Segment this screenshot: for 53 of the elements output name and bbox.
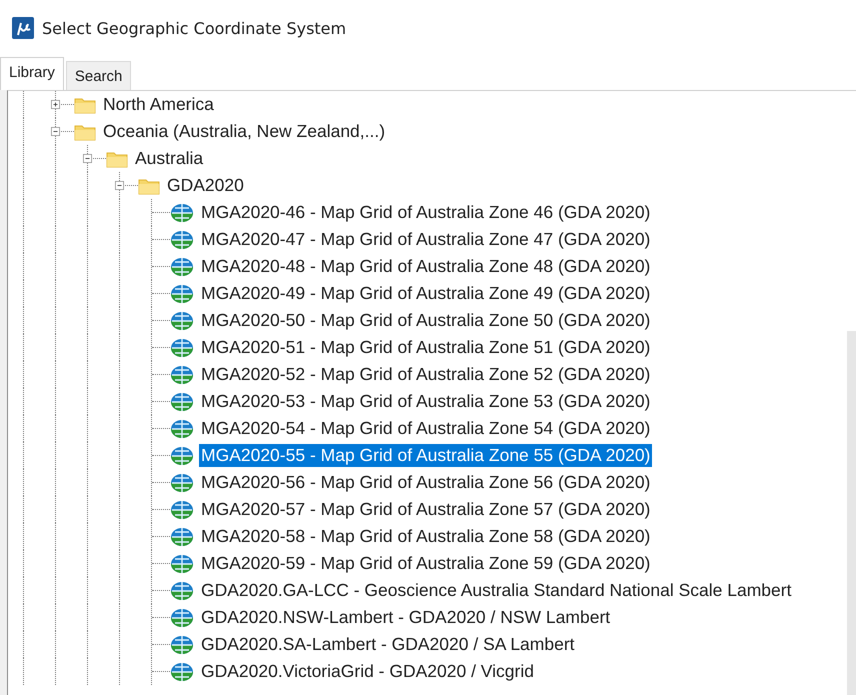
globe-icon <box>170 472 194 492</box>
tree-item[interactable]: GDA2020.VictoriaGrid - GDA2020 / Vicgrid <box>199 660 536 683</box>
globe-icon <box>170 230 194 250</box>
tab[interactable]: Library <box>0 57 64 90</box>
globe-icon <box>170 526 194 546</box>
tree-item[interactable]: MGA2020-53 - Map Grid of Australia Zone 53 (GDA 2020) <box>199 390 652 413</box>
globe-icon <box>170 662 194 682</box>
tree-item[interactable]: MGA2020-46 - Map Grid of Australia Zone 46 (GDA 2020) <box>199 201 652 224</box>
tree-item[interactable]: North America <box>101 93 216 116</box>
globe-icon <box>170 634 194 654</box>
tab[interactable]: Search <box>66 61 132 90</box>
window-title: Select Geographic Coordinate System <box>42 18 346 38</box>
globe-icon <box>170 364 194 384</box>
globe-icon <box>170 202 194 222</box>
globe-icon <box>170 608 194 628</box>
tree-item[interactable]: GDA2020.NSW-Lambert - GDA2020 / NSW Lambert <box>199 606 612 629</box>
tree-item[interactable]: GDA2020.GA-LCC - Geoscience Australia Standard National Scale Lambert <box>199 579 794 602</box>
tree-item[interactable]: MGA2020-55 - Map Grid of Australia Zone 55 (GDA 2020) <box>199 444 652 467</box>
tree-item[interactable]: MGA2020-49 - Map Grid of Australia Zone 49 (GDA 2020) <box>199 282 652 305</box>
tree-item[interactable]: MGA2020-56 - Map Grid of Australia Zone 56 (GDA 2020) <box>199 471 652 494</box>
globe-icon <box>170 554 194 574</box>
globe-icon <box>170 256 194 276</box>
globe-icon <box>170 284 194 304</box>
tree-item[interactable]: Oceania (Australia, New Zealand,...) <box>101 120 388 143</box>
globe-icon <box>170 418 194 438</box>
globe-icon <box>170 392 194 412</box>
collapse-icon[interactable] <box>115 181 124 190</box>
tree-item[interactable]: MGA2020-50 - Map Grid of Australia Zone 50 (GDA 2020) <box>199 309 652 332</box>
tree-item[interactable]: MGA2020-57 - Map Grid of Australia Zone 57 (GDA 2020) <box>199 498 652 521</box>
tree-item[interactable]: MGA2020-48 - Map Grid of Australia Zone 48 (GDA 2020) <box>199 255 652 278</box>
expand-icon[interactable] <box>51 100 60 109</box>
globe-icon <box>170 500 194 520</box>
tree-item[interactable]: MGA2020-59 - Map Grid of Australia Zone 59 (GDA 2020) <box>199 552 652 575</box>
globe-icon <box>170 310 194 330</box>
app-icon <box>12 17 34 39</box>
tree-item[interactable]: Australia <box>133 147 206 170</box>
folder-icon <box>106 150 128 168</box>
tree-item[interactable]: MGA2020-54 - Map Grid of Australia Zone 54 (GDA 2020) <box>199 417 652 440</box>
globe-icon <box>170 338 194 358</box>
tree-item[interactable]: GDA2020 <box>165 174 246 197</box>
tree-item[interactable]: MGA2020-47 - Map Grid of Australia Zone 47 (GDA 2020) <box>199 228 652 251</box>
tree-item[interactable]: GDA2020.SA-Lambert - GDA2020 / SA Lambert <box>199 633 577 656</box>
tree-item[interactable]: MGA2020-51 - Map Grid of Australia Zone 51 (GDA 2020) <box>199 336 652 359</box>
scrollbar[interactable] <box>847 331 856 695</box>
folder-icon <box>74 122 96 140</box>
tree-item[interactable]: MGA2020-52 - Map Grid of Australia Zone 52 (GDA 2020) <box>199 363 652 386</box>
collapse-icon[interactable] <box>83 154 92 163</box>
folder-icon <box>74 96 96 114</box>
collapse-icon[interactable] <box>51 127 60 136</box>
tree-item[interactable]: MGA2020-58 - Map Grid of Australia Zone 58 (GDA 2020) <box>199 525 652 548</box>
globe-icon <box>170 580 194 600</box>
globe-icon <box>170 446 194 466</box>
folder-icon <box>138 176 160 194</box>
